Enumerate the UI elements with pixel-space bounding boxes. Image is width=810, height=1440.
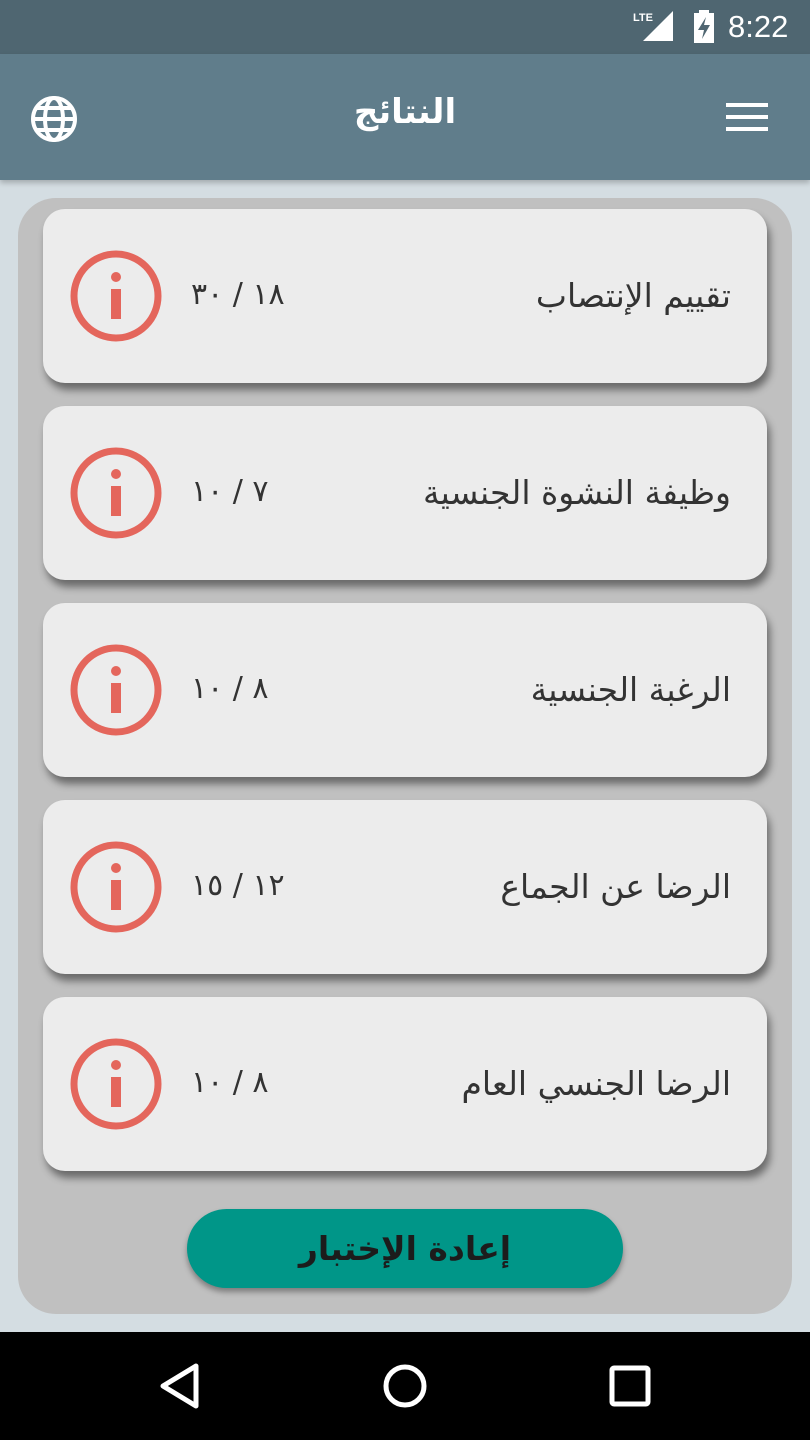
info-icon[interactable] <box>69 840 163 934</box>
info-icon[interactable] <box>69 249 163 343</box>
clock: 8:22 <box>728 9 789 44</box>
battery-charging-icon <box>694 10 714 43</box>
result-label: الرغبة الجنسية <box>530 670 731 709</box>
info-icon[interactable] <box>69 1037 163 1131</box>
result-score: ١٨ / ٣٠ <box>191 277 285 312</box>
result-score: ٧ / ١٠ <box>191 474 269 509</box>
result-card[interactable]: الرضا عن الجماع ١٢ / ١٥ <box>43 800 767 974</box>
result-card[interactable]: تقييم الإنتصاب ١٨ / ٣٠ <box>43 209 767 383</box>
result-score: ١٢ / ١٥ <box>191 868 285 903</box>
home-circle-icon[interactable] <box>381 1362 429 1410</box>
info-icon[interactable] <box>69 446 163 540</box>
result-card[interactable]: الرغبة الجنسية ٨ / ١٠ <box>43 603 767 777</box>
result-label: الرضا الجنسي العام <box>461 1064 731 1103</box>
result-card[interactable]: الرضا الجنسي العام ٨ / ١٠ <box>43 997 767 1171</box>
result-card[interactable]: وظيفة النشوة الجنسية ٧ / ١٠ <box>43 406 767 580</box>
result-label: تقييم الإنتصاب <box>535 276 731 315</box>
navigation-bar <box>0 1332 810 1440</box>
info-icon[interactable] <box>69 643 163 737</box>
result-score: ٨ / ١٠ <box>191 671 269 706</box>
lte-signal-icon: LTE <box>633 11 673 41</box>
result-label: الرضا عن الجماع <box>500 867 731 906</box>
recents-square-icon[interactable] <box>608 1364 652 1408</box>
retest-button[interactable]: إعادة الإختبار <box>187 1209 623 1288</box>
network-label: LTE <box>633 12 653 24</box>
result-score: ٨ / ١٠ <box>191 1065 269 1100</box>
hamburger-menu-icon[interactable] <box>722 98 772 138</box>
back-triangle-icon[interactable] <box>158 1362 202 1410</box>
result-label: وظيفة النشوة الجنسية <box>422 473 731 512</box>
app-bar: النتائج <box>0 54 810 180</box>
status-bar: LTE 8:22 <box>0 0 810 54</box>
page-title: النتائج <box>353 92 457 132</box>
